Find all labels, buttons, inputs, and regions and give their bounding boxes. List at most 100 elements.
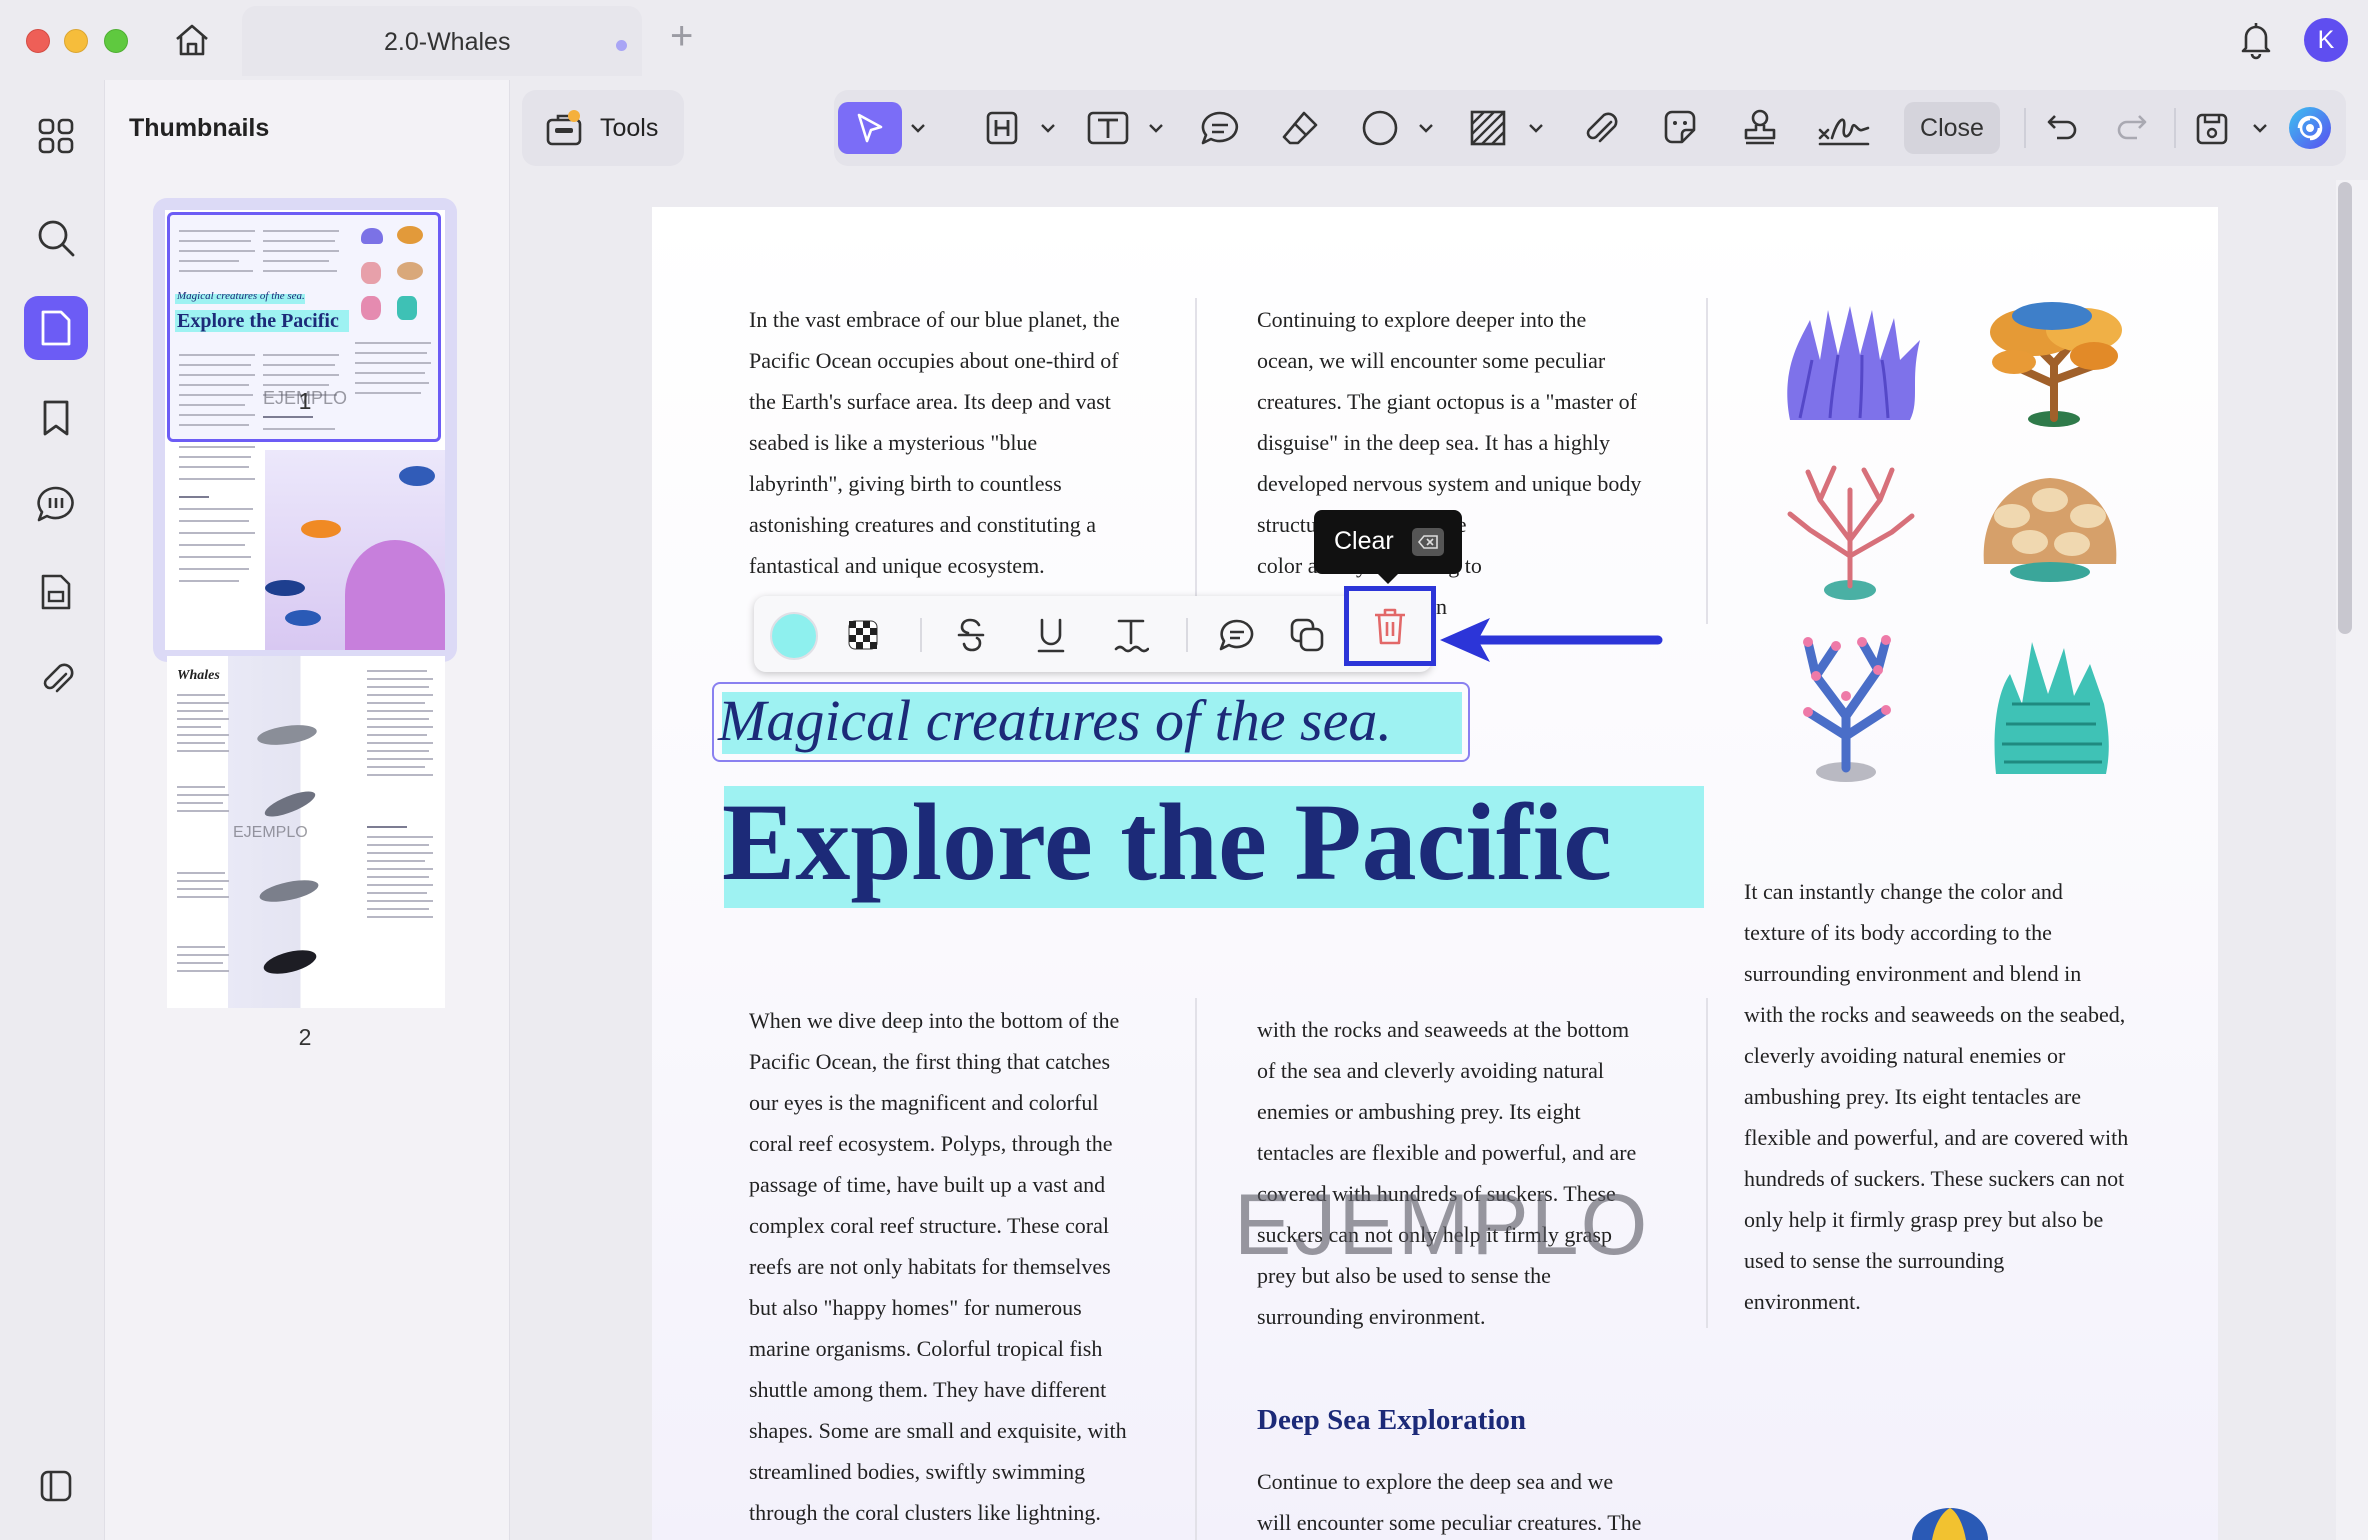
comment-bubble-icon [1219,619,1254,651]
copy-button[interactable] [1282,610,1332,660]
coral-reef-paragraph: When we dive deep into the bottom of the… [749,1008,1127,1525]
attachment-icon[interactable] [24,646,88,710]
stamp-tool-button[interactable] [1732,102,1788,154]
sticker-icon [1664,110,1696,144]
annotation-context-toolbar [754,596,1432,672]
blue-pink-coral-illustration [1803,635,1891,782]
thumbnail-page-number: 2 [298,1024,312,1050]
highlight-color-swatch[interactable] [770,612,818,660]
underline-button[interactable] [1026,610,1076,660]
eraser-tool-button[interactable] [1272,102,1328,154]
watermark: EJEMPLO [1234,1177,1650,1273]
opacity-checker-icon [848,620,878,650]
thumbnail-page-number: 1 [298,388,312,414]
circle-shape-icon [1362,110,1398,146]
chevron-down-icon [1149,124,1163,133]
pink-branch-coral-illustration [1787,465,1915,600]
select-tool-button[interactable] [838,102,902,154]
column-divider [1195,298,1197,624]
highlight-tool-dropdown[interactable] [1040,90,1056,166]
clear-tooltip: Clear [1314,510,1462,584]
chevron-down-icon [1529,124,1543,133]
hatched-area-icon [1470,110,1506,146]
tooltip-label: Clear [1334,527,1394,555]
page-thumbnail-1[interactable]: Magical creatures of the sea. Explore th… [153,198,457,662]
undo-icon [2047,115,2077,140]
tools-icon [546,110,582,146]
tools-button[interactable]: Tools [522,90,684,166]
tropical-fish-illustration [1912,1508,1988,1540]
new-tab-button[interactable]: + [670,16,693,56]
deep-sea-paragraph: Continue to explore the deep sea and we … [1257,1469,1642,1535]
home-icon[interactable] [168,18,216,62]
chevron-down-icon [2253,124,2267,133]
eraser-icon [1282,111,1318,145]
select-tool-dropdown[interactable] [910,90,926,166]
comment-tool-button[interactable] [1192,102,1248,154]
sticker-tool-button[interactable] [1652,102,1708,154]
left-icon-rail [0,80,104,1540]
thumbnails-panel-icon[interactable] [24,296,88,360]
bookmark-icon[interactable] [24,386,88,450]
signature-tool-button[interactable] [1812,102,1876,154]
close-tool-button[interactable]: Close [1904,102,2000,154]
highlighter-icon [986,111,1018,145]
save-dropdown[interactable] [2252,90,2268,166]
add-note-button[interactable] [1212,610,1262,660]
comment-bubble-icon [1201,111,1239,145]
redo-button[interactable] [2104,102,2160,154]
thumbnail-title: Explore the Pacific [177,310,339,332]
strikethrough-button[interactable] [946,610,996,660]
intro-paragraph: In the vast embrace of our blue planet, … [749,307,1120,578]
squiggly-underline-button[interactable] [1106,610,1156,660]
undo-button[interactable] [2034,102,2090,154]
window-minimize-button[interactable] [64,29,88,53]
underline-icon [1037,618,1065,653]
window-close-button[interactable] [26,29,50,53]
column-divider [1706,998,1708,1328]
attach-file-tool-button[interactable] [1572,102,1628,154]
area-highlight-tool-button[interactable] [1460,102,1516,154]
opacity-button[interactable] [838,610,888,660]
thumbnail-2-title: Whales [177,668,220,683]
toolbar-divider [1186,618,1188,652]
cursor-arrow-icon [857,113,883,143]
area-tool-dropdown[interactable] [1528,90,1544,166]
paperclip-icon [1586,112,1618,143]
strikethrough-icon [957,618,985,652]
signature-icon [1818,118,1870,146]
text-box-tool-button[interactable] [1080,102,1136,154]
octopus-paragraph: Continuing to explore deeper into the oc… [1257,307,1642,619]
tools-label: Tools [600,114,659,142]
notification-bell-icon[interactable] [2236,18,2276,62]
highlight-tool-button[interactable] [976,102,1028,154]
comments-icon[interactable] [24,472,88,536]
save-button[interactable] [2184,102,2240,154]
clear-annotation-button[interactable] [1344,586,1436,666]
page-thumbnail-2[interactable]: Whales EJEMPLO [167,656,445,1008]
purple-anemone-illustration [1787,306,1920,420]
thumbnail-2-watermark: EJEMPLO [233,824,308,841]
trash-icon [1375,608,1405,645]
sidebar-toggle-icon[interactable] [32,1462,80,1510]
column-divider [1706,298,1708,624]
vertical-scrollbar-thumb[interactable] [2338,182,2352,634]
redo-icon [2117,115,2147,140]
title-bar: 2.0-Whales + K [0,0,2368,80]
page-subtitle: Magical creatures of the sea. [718,688,1392,753]
cup-coral-illustration [1983,478,2117,582]
shape-tool-dropdown[interactable] [1418,90,1434,166]
window-zoom-button[interactable] [104,29,128,53]
page-organize-icon[interactable] [24,560,88,624]
user-avatar[interactable]: K [2304,18,2348,62]
ai-assistant-button[interactable] [2282,102,2338,154]
stamp-icon [1744,109,1776,145]
camouflage-paragraph: It can instantly change the color and te… [1744,879,2129,1314]
chevron-down-icon [1041,124,1055,133]
text-box-tool-dropdown[interactable] [1148,90,1164,166]
apps-grid-icon[interactable] [24,104,88,168]
document-tab[interactable]: 2.0-Whales [242,6,642,76]
shape-tool-button[interactable] [1352,102,1408,154]
instruction-arrow [1440,618,1663,662]
search-icon[interactable] [24,206,88,270]
